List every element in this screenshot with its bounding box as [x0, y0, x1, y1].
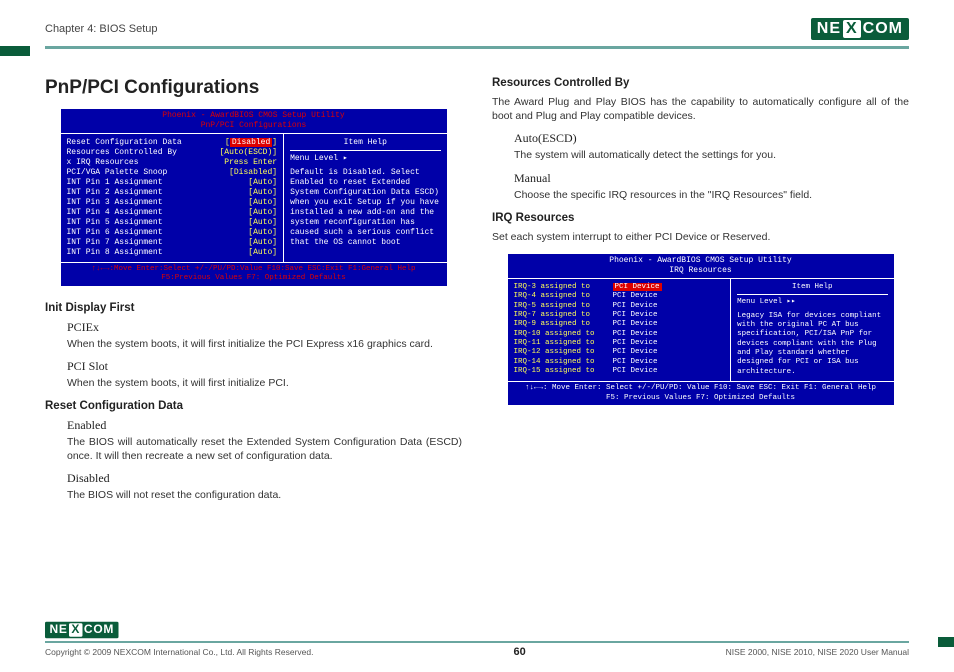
bios1-title1: Phoenix - AwardBIOS CMOS Setup Utility — [61, 111, 447, 121]
bios1-settings: Reset Configuration Data[Disabled]Resour… — [61, 134, 285, 262]
logo-left: NE — [817, 20, 841, 38]
footer-rule — [45, 641, 909, 643]
brand-logo: NE X COM — [811, 18, 909, 40]
irq-value: PCI Device — [613, 367, 662, 376]
bios2-footer2: F5: Previous Values F7: Optimized Defaul… — [512, 394, 890, 403]
term-disabled: Disabled — [67, 471, 462, 486]
bios1-row: Reset Configuration Data[Disabled] — [67, 138, 278, 148]
bios2-title1: Phoenix - AwardBIOS CMOS Setup Utility — [508, 256, 894, 266]
bios2-help-title: Item Help — [737, 283, 887, 295]
logo-x: X — [843, 20, 861, 38]
desc-pciex: When the system boots, it will first ini… — [67, 337, 462, 351]
heading-irq: IRQ Resources — [492, 212, 909, 224]
term-auto: Auto(ESCD) — [514, 131, 909, 146]
desc-pcislot: When the system boots, it will first ini… — [67, 376, 462, 390]
page-number: 60 — [513, 646, 525, 658]
bios1-footer2: F5:Previous Values F7: Optimized Default… — [65, 274, 443, 283]
irq-value: PCI Device — [613, 330, 662, 339]
bios1-help-title: Item Help — [290, 138, 440, 151]
bios2-settings: IRQ-3 assigned toIRQ-4 assigned toIRQ-5 … — [508, 279, 732, 381]
bios2-title2: IRQ Resources — [508, 266, 894, 276]
desc-manual: Choose the specific IRQ resources in the… — [514, 188, 909, 202]
irq-value: PCI Device — [613, 320, 662, 329]
bios-screenshot-irq: Phoenix - AwardBIOS CMOS Setup Utility I… — [506, 252, 896, 407]
heading-init-display: Init Display First — [45, 302, 462, 314]
bios1-row: INT Pin 5 Assignment[Auto] — [67, 218, 278, 228]
irq-value: PCI Device — [613, 283, 662, 292]
bios1-footer: ↑↓←→:Move Enter:Select +/-/PU/PD:Value F… — [61, 263, 447, 286]
chapter-label: Chapter 4: BIOS Setup — [45, 23, 158, 35]
bios-screenshot-pnp: Phoenix - AwardBIOS CMOS Setup Utility P… — [59, 107, 449, 288]
bios2-footer: ↑↓←→: Move Enter: Select +/-/PU/PD: Valu… — [508, 382, 894, 405]
irq-label: IRQ-15 assigned to — [514, 367, 595, 376]
irq-label: IRQ-11 assigned to — [514, 339, 595, 348]
desc-rcb: The Award Plug and Play BIOS has the cap… — [492, 95, 909, 123]
irq-label: IRQ-5 assigned to — [514, 302, 595, 311]
irq-label: IRQ-10 assigned to — [514, 330, 595, 339]
irq-label: IRQ-9 assigned to — [514, 320, 595, 329]
bios1-help-body: Default is Disabled. Select Enabled to r… — [290, 168, 440, 248]
bios1-row: PCI/VGA Palette Snoop[Disabled] — [67, 168, 278, 178]
bios1-row: INT Pin 6 Assignment[Auto] — [67, 228, 278, 238]
bios1-footer1: ↑↓←→:Move Enter:Select +/-/PU/PD:Value F… — [91, 265, 415, 273]
bios1-row: INT Pin 8 Assignment[Auto] — [67, 248, 278, 258]
term-enabled: Enabled — [67, 418, 462, 433]
bios2-footer1: ↑↓←→: Move Enter: Select +/-/PU/PD: Valu… — [525, 384, 876, 392]
bios1-row: INT Pin 1 Assignment[Auto] — [67, 178, 278, 188]
manual-name: NISE 2000, NISE 2010, NISE 2020 User Man… — [726, 647, 909, 657]
irq-label: IRQ-4 assigned to — [514, 292, 595, 301]
bios2-help-level: Menu Level ▸▸ — [737, 298, 887, 307]
irq-value: PCI Device — [613, 348, 662, 357]
bios1-row: INT Pin 7 Assignment[Auto] — [67, 238, 278, 248]
irq-value: PCI Device — [613, 339, 662, 348]
bios1-help: Item Help Menu Level ▸ Default is Disabl… — [284, 134, 446, 262]
irq-value: PCI Device — [613, 311, 662, 320]
desc-disabled: The BIOS will not reset the configuratio… — [67, 488, 462, 502]
desc-irq: Set each system interrupt to either PCI … — [492, 230, 909, 244]
footer-logo-wrap: NE X COM — [45, 619, 909, 641]
bios1-help-level: Menu Level ▸ — [290, 154, 440, 164]
logo-right: COM — [863, 20, 903, 38]
irq-label: IRQ-7 assigned to — [514, 311, 595, 320]
heading-rcb: Resources Controlled By — [492, 77, 909, 89]
bios2-help-body: Legacy ISA for devices compliant with th… — [737, 312, 887, 378]
page-title: PnP/PCI Configurations — [45, 77, 462, 99]
copyright: Copyright © 2009 NEXCOM International Co… — [45, 647, 313, 657]
irq-value: PCI Device — [613, 358, 662, 367]
irq-label: IRQ-14 assigned to — [514, 358, 595, 367]
term-manual: Manual — [514, 171, 909, 186]
irq-value: PCI Device — [613, 292, 662, 301]
desc-auto: The system will automatically detect the… — [514, 148, 909, 162]
bios2-help: Item Help Menu Level ▸▸ Legacy ISA for d… — [731, 279, 893, 381]
bios1-row: INT Pin 2 Assignment[Auto] — [67, 188, 278, 198]
irq-label: IRQ-3 assigned to — [514, 283, 595, 292]
bios1-title2: PnP/PCI Configurations — [61, 121, 447, 131]
term-pcislot: PCI Slot — [67, 359, 462, 374]
irq-label: IRQ-12 assigned to — [514, 348, 595, 357]
desc-enabled: The BIOS will automatically reset the Ex… — [67, 435, 462, 463]
footer-logo: NE X COM — [45, 622, 119, 639]
irq-value: PCI Device — [613, 302, 662, 311]
term-pciex: PCIEx — [67, 320, 462, 335]
bios1-row: x IRQ ResourcesPress Enter — [67, 158, 278, 168]
bios1-row: INT Pin 4 Assignment[Auto] — [67, 208, 278, 218]
bios1-row: Resources Controlled By[Auto(ESCD)] — [67, 148, 278, 158]
heading-reset-config: Reset Configuration Data — [45, 400, 462, 412]
bios1-row: INT Pin 3 Assignment[Auto] — [67, 198, 278, 208]
header-rule — [45, 46, 909, 49]
